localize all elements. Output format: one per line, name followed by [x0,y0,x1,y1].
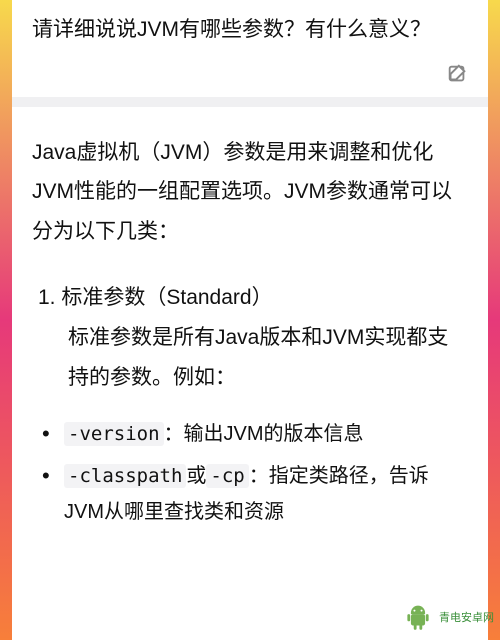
list-item: -classpath或-cp：指定类路径，告诉JVM从哪里查找类和资源 [38,458,468,530]
edit-icon[interactable] [446,63,468,85]
code-token: -cp [206,464,248,488]
section-desc: 标准参数是所有Java版本和JVM实现都支持的参数。例如： [32,318,468,398]
code-token: -classpath [64,464,186,488]
bullet-text: 或 [186,465,206,487]
watermark-text: 青电安卓网 [439,609,494,625]
bullet-text: ：输出JVM的版本信息 [164,423,364,445]
section-number: 1. [38,286,56,309]
section-title: 标准参数（Standard） [61,286,272,309]
answer-card: Java虚拟机（JVM）参数是用来调整和优化JVM性能的一组配置选项。JVM参数… [12,107,488,640]
list-item: -version：输出JVM的版本信息 [38,416,468,452]
question-card: 请详细说说JVM有哪些参数？有什么意义？ [12,0,488,97]
divider-gap [12,97,488,107]
android-icon [401,600,435,634]
answer-intro: Java虚拟机（JVM）参数是用来调整和优化JVM性能的一组配置选项。JVM参数… [32,133,468,253]
section-1: 1. 标准参数（Standard） 标准参数是所有Java版本和JVM实现都支持… [32,278,468,398]
screen: 请详细说说JVM有哪些参数？有什么意义？ Java虚拟机（JVM）参数是用来调整… [12,0,488,640]
watermark: 青电安卓网 [401,600,494,634]
section-heading: 1. 标准参数（Standard） [32,278,468,318]
question-text: 请详细说说JVM有哪些参数？有什么意义？ [32,14,468,47]
bullet-list: -version：输出JVM的版本信息 -classpath或-cp：指定类路径… [32,416,468,530]
code-token: -version [64,422,164,446]
